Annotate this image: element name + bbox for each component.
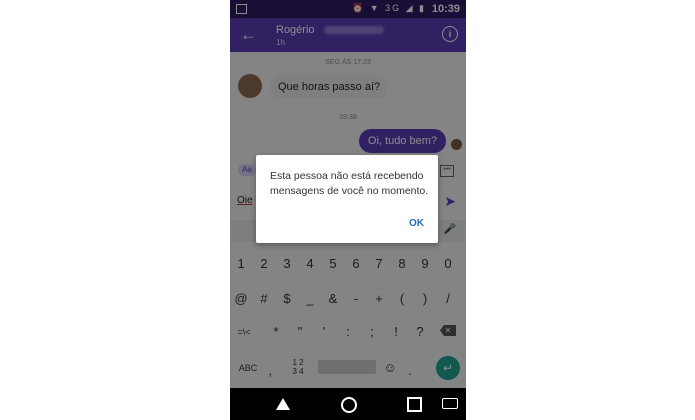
- nav-recents-icon[interactable]: [407, 397, 422, 412]
- dialog-ok-button[interactable]: OK: [409, 218, 424, 229]
- keyboard-switch-icon[interactable]: [442, 398, 458, 409]
- navigation-bar: [230, 388, 466, 420]
- dialog-message: Esta pessoa não está recebendo mensagens…: [270, 170, 429, 197]
- alert-dialog: Esta pessoa não está recebendo mensagens…: [256, 155, 438, 243]
- phone-screen: ⏰ ▼ 3G ◢ ▮ 10:39 ← Rogério 1h i SEG ÀS 1…: [230, 0, 466, 420]
- nav-back-icon[interactable]: [276, 398, 290, 410]
- nav-home-icon[interactable]: [341, 397, 357, 413]
